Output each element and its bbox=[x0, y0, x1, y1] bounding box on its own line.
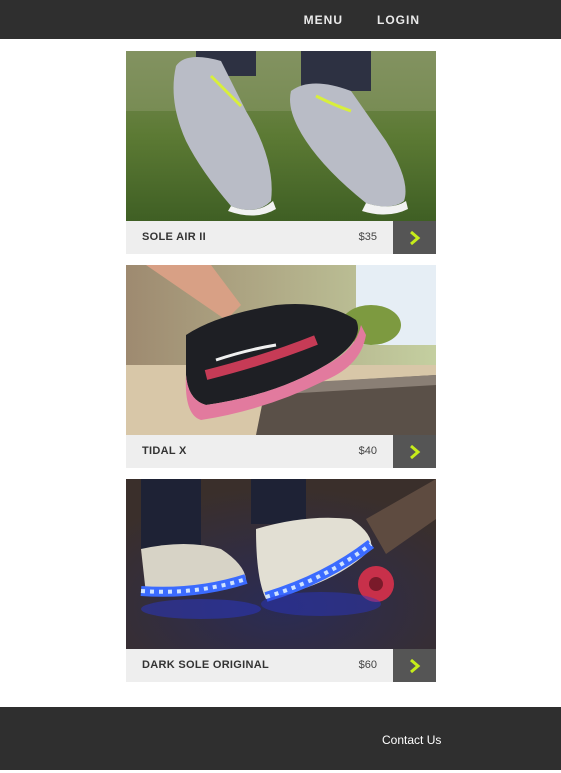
view-product-button[interactable] bbox=[393, 221, 436, 254]
product-info-bar: SOLE AIR II $35 bbox=[126, 221, 436, 254]
main-nav: MENU LOGIN bbox=[304, 0, 561, 39]
product-card: TIDAL X $40 bbox=[126, 265, 436, 468]
product-price: $60 bbox=[358, 659, 377, 671]
view-product-button[interactable] bbox=[393, 435, 436, 468]
product-price: $40 bbox=[358, 445, 377, 457]
login-link[interactable]: LOGIN bbox=[377, 13, 420, 27]
chevron-right-icon bbox=[409, 444, 420, 459]
product-list: SOLE AIR II $35 TIDAL X $40 DARK SOLE OR… bbox=[126, 51, 436, 693]
product-image-tidal-x[interactable] bbox=[126, 265, 436, 435]
top-navigation-bar: MENU LOGIN bbox=[0, 0, 561, 39]
product-price: $35 bbox=[358, 231, 377, 243]
product-name: DARK SOLE ORIGINAL bbox=[142, 659, 270, 671]
product-info-bar: TIDAL X $40 bbox=[126, 435, 436, 468]
product-card: SOLE AIR II $35 bbox=[126, 51, 436, 254]
product-name: TIDAL X bbox=[142, 445, 187, 457]
chevron-right-icon bbox=[409, 230, 420, 245]
product-name: SOLE AIR II bbox=[142, 231, 207, 243]
view-product-button[interactable] bbox=[393, 649, 436, 682]
product-image-sole-air-ii[interactable] bbox=[126, 51, 436, 221]
menu-link[interactable]: MENU bbox=[304, 13, 343, 27]
page-footer: Contact Us bbox=[0, 707, 561, 770]
product-card: DARK SOLE ORIGINAL $60 bbox=[126, 479, 436, 682]
product-info-bar: DARK SOLE ORIGINAL $60 bbox=[126, 649, 436, 682]
chevron-right-icon bbox=[409, 658, 420, 673]
product-image-dark-sole-original[interactable] bbox=[126, 479, 436, 649]
contact-us-link[interactable]: Contact Us bbox=[382, 707, 441, 773]
